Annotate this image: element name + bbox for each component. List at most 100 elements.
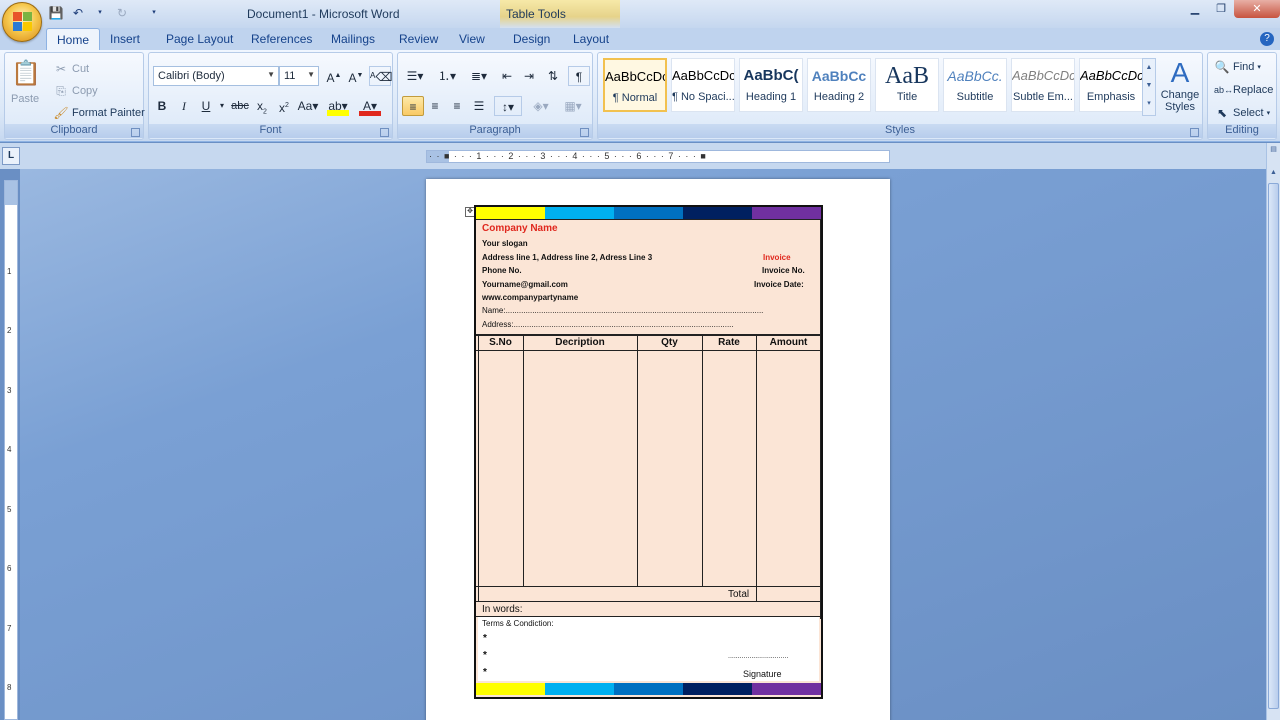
invoice-number[interactable]: Invoice No.	[762, 266, 805, 275]
column-header-sno[interactable]: S.No	[478, 337, 523, 348]
close-icon[interactable]: ✕	[1234, 0, 1280, 18]
company-address[interactable]: Address line 1, Address line 2, Adress L…	[482, 253, 652, 262]
italic-icon[interactable]: I	[173, 96, 195, 116]
scroll-down-icon[interactable]: ▼	[1143, 77, 1155, 95]
customer-name-line[interactable]: Name:...................................…	[482, 306, 802, 315]
clipboard-dialog-launcher-icon[interactable]	[131, 128, 140, 137]
select-button[interactable]: ⬉ Select ▾	[1214, 105, 1270, 121]
styles-dialog-launcher-icon[interactable]	[1190, 128, 1199, 137]
terms-bullet[interactable]: *	[483, 650, 487, 661]
minimize-icon[interactable]: ▁	[1182, 0, 1208, 18]
align-left-icon[interactable]: ≡	[402, 96, 424, 116]
strikethrough-icon[interactable]: abc	[229, 96, 251, 116]
terms-bullet[interactable]: *	[483, 633, 487, 644]
save-icon[interactable]: 💾	[48, 5, 64, 21]
style-normal[interactable]: AaBbCcDc ¶ Normal	[603, 58, 667, 112]
line-spacing-icon[interactable]: ↕▾	[494, 96, 522, 116]
tab-insert[interactable]: Insert	[110, 32, 140, 46]
ruler-toggle-icon[interactable]: ▤	[1267, 145, 1280, 157]
restore-icon[interactable]: ❐	[1208, 0, 1234, 18]
replace-button[interactable]: ab↔ Replace	[1214, 82, 1273, 98]
more-styles-icon[interactable]: ▾	[1143, 95, 1155, 113]
style-subtle-emphasis[interactable]: AaBbCcDc Subtle Em...	[1011, 58, 1075, 112]
style-heading-2[interactable]: AaBbCc Heading 2	[807, 58, 871, 112]
highlight-icon[interactable]: ab▾	[327, 96, 349, 116]
tab-references[interactable]: References	[251, 32, 312, 46]
tab-page-layout[interactable]: Page Layout	[166, 32, 233, 46]
company-website[interactable]: www.companypartyname	[482, 293, 578, 302]
total-label[interactable]: Total	[728, 589, 749, 600]
align-center-icon[interactable]: ≡	[424, 96, 446, 116]
column-header-rate[interactable]: Rate	[702, 337, 756, 348]
change-styles-button[interactable]: A Change Styles	[1158, 58, 1202, 114]
office-button[interactable]	[2, 2, 42, 42]
bold-icon[interactable]: B	[151, 96, 173, 116]
decrease-indent-icon[interactable]: ⇤	[496, 66, 518, 86]
style-title[interactable]: AaB Title	[875, 58, 939, 112]
undo-icon[interactable]: ↶	[70, 5, 86, 21]
company-phone[interactable]: Phone No.	[482, 266, 522, 275]
superscript-icon[interactable]: x2	[273, 96, 295, 116]
company-name[interactable]: Company Name	[482, 223, 558, 234]
invoice-date[interactable]: Invoice Date:	[754, 280, 804, 289]
undo-dropdown-icon[interactable]: ▾	[92, 5, 108, 21]
vertical-scrollbar[interactable]: ▤ ▲	[1266, 143, 1280, 720]
justify-icon[interactable]: ☰	[468, 96, 490, 116]
in-words-label[interactable]: In words:	[482, 604, 523, 615]
cut-button[interactable]: ✂ Cut	[53, 61, 89, 77]
horizontal-ruler[interactable]: · · ■ · · · 1 · · · 2 · · · 3 · · · 4 · …	[426, 150, 890, 163]
signature-line[interactable]: ...............................	[728, 653, 788, 660]
bullets-icon[interactable]: ☰▾	[400, 66, 430, 86]
tab-stop-selector[interactable]: L	[2, 147, 20, 165]
tab-mailings[interactable]: Mailings	[331, 32, 375, 46]
style-emphasis[interactable]: AaBbCcDc Emphasis	[1079, 58, 1143, 112]
signature-label[interactable]: Signature	[743, 669, 782, 679]
vertical-ruler[interactable]: 1 2 3 4 5 6 7 8	[4, 180, 18, 720]
tab-review[interactable]: Review	[399, 32, 438, 46]
column-header-amount[interactable]: Amount	[756, 337, 821, 348]
customer-address-line[interactable]: Address:................................…	[482, 320, 802, 329]
sort-icon[interactable]: ⇅	[542, 66, 564, 86]
terms-label[interactable]: Terms & Condiction:	[482, 619, 554, 628]
paragraph-dialog-launcher-icon[interactable]	[580, 128, 589, 137]
show-hide-icon[interactable]: ¶	[568, 66, 590, 86]
help-icon[interactable]: ?	[1260, 32, 1274, 46]
align-right-icon[interactable]: ≡	[446, 96, 468, 116]
redo-icon[interactable]: ↻	[114, 5, 130, 21]
numbering-icon[interactable]: ⒈▾	[432, 66, 462, 86]
font-family-select[interactable]: Calibri (Body) ▼	[153, 66, 279, 86]
invoice-table[interactable]: Company Name Your slogan Address line 1,…	[474, 205, 823, 699]
clear-formatting-icon[interactable]: ᴬ⌫	[369, 66, 392, 86]
font-color-icon[interactable]: A▾	[359, 96, 381, 116]
scrollbar-thumb[interactable]	[1268, 183, 1279, 709]
column-header-qty[interactable]: Qty	[637, 337, 702, 348]
invoice-title[interactable]: Invoice	[763, 253, 791, 262]
column-header-description[interactable]: Decription	[523, 337, 637, 348]
copy-button[interactable]: ⎘ Copy	[53, 83, 98, 99]
style-subtitle[interactable]: AaBbCc. Subtitle	[943, 58, 1007, 112]
company-slogan[interactable]: Your slogan	[482, 239, 528, 248]
scroll-up-icon[interactable]: ▲	[1143, 59, 1155, 77]
change-case-icon[interactable]: Aa▾	[297, 96, 319, 116]
font-size-select[interactable]: 11 ▼	[279, 66, 319, 86]
style-heading-1[interactable]: AaBbC( Heading 1	[739, 58, 803, 112]
font-dialog-launcher-icon[interactable]	[380, 128, 389, 137]
style-no-spacing[interactable]: AaBbCcDc ¶ No Spaci...	[671, 58, 735, 112]
tab-layout[interactable]: Layout	[573, 32, 609, 46]
subscript-icon[interactable]: x2	[251, 96, 273, 116]
tab-view[interactable]: View	[459, 32, 485, 46]
shrink-font-icon[interactable]: A▼	[345, 66, 367, 86]
customize-qat-icon[interactable]: ▾	[146, 5, 162, 21]
terms-bullet[interactable]: *	[483, 667, 487, 678]
paste-button[interactable]: 📋 Paste	[11, 57, 41, 105]
tab-design[interactable]: Design	[513, 32, 550, 46]
multilevel-list-icon[interactable]: ≣▾	[464, 66, 494, 86]
borders-icon[interactable]: ▦▾	[558, 96, 588, 116]
terms-section[interactable]: Terms & Condiction: * * * ..............…	[478, 617, 819, 681]
scroll-up-icon[interactable]: ▲	[1267, 169, 1280, 181]
shading-icon[interactable]: ◈▾	[526, 96, 556, 116]
styles-gallery-scroll[interactable]: ▲ ▼ ▾	[1142, 58, 1156, 116]
find-button[interactable]: 🔍 Find ▾	[1214, 59, 1261, 75]
format-painter-button[interactable]: 🖌 Format Painter	[53, 105, 144, 121]
tab-home[interactable]: Home	[46, 28, 101, 51]
